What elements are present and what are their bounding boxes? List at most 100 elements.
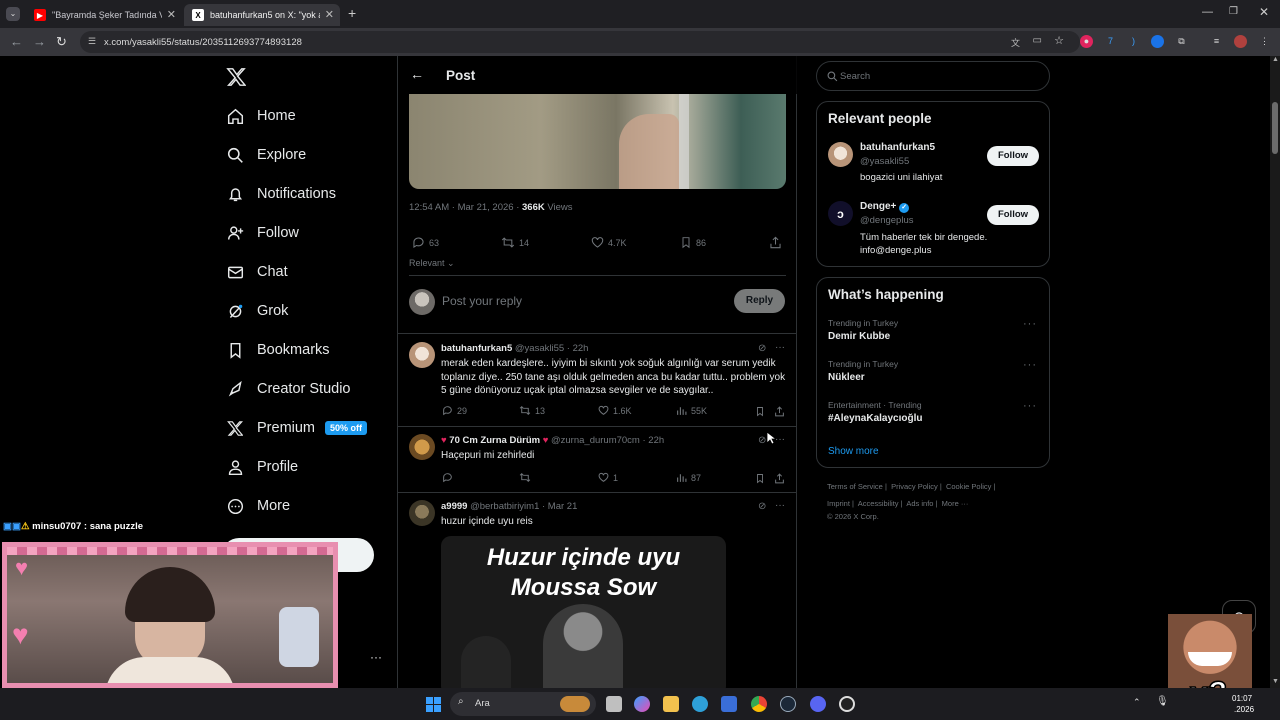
author-handle[interactable]: @zurna_durum70cm · 22h bbox=[551, 435, 664, 446]
forward-icon[interactable]: → bbox=[33, 34, 46, 49]
footer-link[interactable]: Terms of Service bbox=[827, 482, 883, 491]
clock-date[interactable]: .2026 bbox=[1234, 705, 1254, 714]
more-icon[interactable]: ··· bbox=[1023, 318, 1037, 330]
bookmark-icon[interactable] bbox=[755, 471, 765, 489]
post-timestamp[interactable]: 12:54 AM · Mar 21, 2026 · bbox=[409, 202, 522, 213]
share-icon[interactable] bbox=[774, 404, 785, 422]
puzzle-icon[interactable]: ⧉ bbox=[1175, 35, 1188, 48]
trend-item[interactable]: Entertainment · Trending #AleynaKalaycıo… bbox=[828, 400, 1038, 424]
repost-action[interactable] bbox=[519, 472, 535, 483]
author-handle[interactable]: @yasakli55 · 22h bbox=[515, 343, 589, 354]
author-name[interactable]: batuhanfurkan5 bbox=[441, 343, 512, 354]
microphone-icon[interactable]: 🎙 bbox=[1156, 696, 1169, 707]
sidebar-item-more[interactable]: More bbox=[226, 497, 290, 515]
sidepanel-icon[interactable]: ≡ bbox=[1210, 35, 1223, 48]
sidebar-item-chat[interactable]: Chat bbox=[226, 263, 288, 281]
more-icon[interactable]: ··· bbox=[1023, 359, 1037, 371]
grok-icon[interactable]: ⊘ bbox=[758, 343, 766, 354]
person-handle[interactable]: @dengeplus bbox=[860, 215, 914, 226]
reply-sort-dropdown[interactable]: Relevant ⌄ bbox=[409, 258, 455, 269]
avatar[interactable] bbox=[409, 342, 435, 368]
author-handle[interactable]: @berbatbiriyim1 · Mar 21 bbox=[470, 501, 577, 512]
sidebar-item-creator-studio[interactable]: Creator Studio bbox=[226, 380, 351, 398]
footer-link[interactable]: More ··· bbox=[942, 499, 969, 508]
back-arrow-icon[interactable]: ← bbox=[410, 66, 424, 82]
like-action[interactable]: 1.6K bbox=[598, 405, 632, 416]
discord-icon[interactable] bbox=[810, 696, 826, 712]
post-media-image[interactable] bbox=[409, 94, 786, 189]
close-tab-icon[interactable]: ✕ bbox=[167, 8, 176, 21]
sidebar-item-explore[interactable]: Explore bbox=[226, 146, 306, 164]
cast-icon[interactable]: ▭ bbox=[1033, 35, 1042, 46]
store-icon[interactable] bbox=[721, 696, 737, 712]
copilot-icon[interactable] bbox=[634, 696, 650, 712]
tab-youtube[interactable]: ▶ "Bayramda Şeker Tadında Video ✕ bbox=[26, 4, 182, 26]
new-tab-button[interactable]: + bbox=[348, 5, 356, 21]
reply-tweet[interactable]: a9999 @berbatbiriyim1 · Mar 21 ⊘ ··· huz… bbox=[398, 493, 797, 688]
scrollbar-thumb[interactable] bbox=[1272, 102, 1278, 154]
show-more-link[interactable]: Show more bbox=[828, 446, 879, 457]
more-icon[interactable]: ··· bbox=[775, 434, 785, 445]
tab-x-post[interactable]: X batuhanfurkan5 on X: "yok ana ✕ bbox=[184, 4, 340, 26]
reply-action[interactable] bbox=[442, 472, 457, 483]
person-handle[interactable]: @yasakli55 bbox=[860, 156, 909, 167]
steam-icon[interactable] bbox=[780, 696, 796, 712]
site-info-icon[interactable]: ☰ bbox=[88, 36, 96, 47]
repost-action[interactable]: 13 bbox=[519, 405, 545, 416]
avatar[interactable] bbox=[409, 434, 435, 460]
chrome-icon[interactable] bbox=[751, 696, 767, 712]
views-action[interactable]: 87 bbox=[676, 472, 701, 483]
x-logo-icon[interactable] bbox=[226, 68, 246, 86]
repost-action[interactable]: 14 bbox=[501, 236, 529, 249]
account-menu-icon[interactable]: ··· bbox=[370, 650, 382, 664]
extension-icon[interactable]: ) bbox=[1127, 35, 1140, 48]
avatar[interactable] bbox=[828, 142, 853, 167]
footer-link[interactable]: Imprint bbox=[827, 499, 850, 508]
tweet-media-image[interactable]: Huzur içinde uyu Moussa Sow bbox=[441, 536, 726, 688]
file-explorer-icon[interactable] bbox=[663, 696, 679, 712]
search-input[interactable]: Search bbox=[816, 61, 1050, 91]
footer-link[interactable]: Privacy Policy bbox=[891, 482, 938, 491]
denge-logo-icon[interactable]: ↄ bbox=[828, 201, 853, 226]
author-name[interactable]: 70 Cm Zurna Dürüm bbox=[449, 435, 540, 446]
reply-button[interactable]: Reply bbox=[734, 289, 785, 313]
bookmark-icon[interactable] bbox=[755, 404, 765, 422]
scroll-down-icon[interactable]: ▼ bbox=[1272, 678, 1279, 685]
reply-input[interactable]: Post your reply bbox=[442, 294, 522, 308]
close-window-icon[interactable]: ✕ bbox=[1259, 5, 1269, 19]
edge-icon[interactable] bbox=[692, 696, 708, 712]
restore-icon[interactable]: ❐ bbox=[1229, 6, 1238, 17]
profile-avatar[interactable] bbox=[1234, 35, 1247, 48]
share-icon[interactable] bbox=[774, 471, 785, 489]
taskbar-search[interactable]: ⌕ Ara bbox=[450, 692, 596, 716]
extension-icon[interactable]: ● bbox=[1080, 35, 1093, 48]
follow-button[interactable]: Follow bbox=[987, 205, 1039, 225]
person-name[interactable]: batuhanfurkan5 bbox=[860, 142, 935, 153]
sidebar-item-profile[interactable]: Profile bbox=[226, 458, 298, 476]
sidebar-item-grok[interactable]: Grok bbox=[226, 302, 288, 320]
tab-search-icon[interactable]: ⌄ bbox=[6, 7, 20, 21]
footer-link[interactable]: Cookie Policy bbox=[946, 482, 991, 491]
extension-icon[interactable]: 7 bbox=[1104, 35, 1117, 48]
avatar[interactable] bbox=[409, 289, 435, 315]
translate-icon[interactable]: ⽂ bbox=[1011, 36, 1020, 49]
scrollbar[interactable]: ▲ ▼ bbox=[1270, 56, 1280, 688]
sidebar-item-premium[interactable]: Premium 50% off bbox=[226, 419, 368, 437]
close-tab-icon[interactable]: ✕ bbox=[325, 8, 334, 21]
reply-action[interactable]: 63 bbox=[412, 236, 439, 249]
sidebar-item-follow[interactable]: Follow bbox=[226, 224, 299, 242]
avatar[interactable] bbox=[409, 500, 435, 526]
author-name[interactable]: a9999 bbox=[441, 501, 467, 512]
follow-button[interactable]: Follow bbox=[987, 146, 1039, 166]
grok-icon[interactable]: ⊘ bbox=[758, 501, 766, 512]
scroll-up-icon[interactable]: ▲ bbox=[1272, 56, 1279, 63]
like-action[interactable]: 1 bbox=[598, 472, 618, 483]
sidebar-item-home[interactable]: Home bbox=[226, 107, 296, 125]
clock-time[interactable]: 01:07 bbox=[1232, 694, 1252, 703]
person-name[interactable]: Denge+ bbox=[860, 201, 896, 212]
more-icon[interactable]: ··· bbox=[1023, 400, 1037, 412]
more-icon[interactable]: ··· bbox=[775, 342, 785, 353]
obs-icon[interactable] bbox=[839, 696, 855, 712]
trend-item[interactable]: Trending in Turkey Nükleer bbox=[828, 359, 1038, 383]
sidebar-item-bookmarks[interactable]: Bookmarks bbox=[226, 341, 330, 359]
